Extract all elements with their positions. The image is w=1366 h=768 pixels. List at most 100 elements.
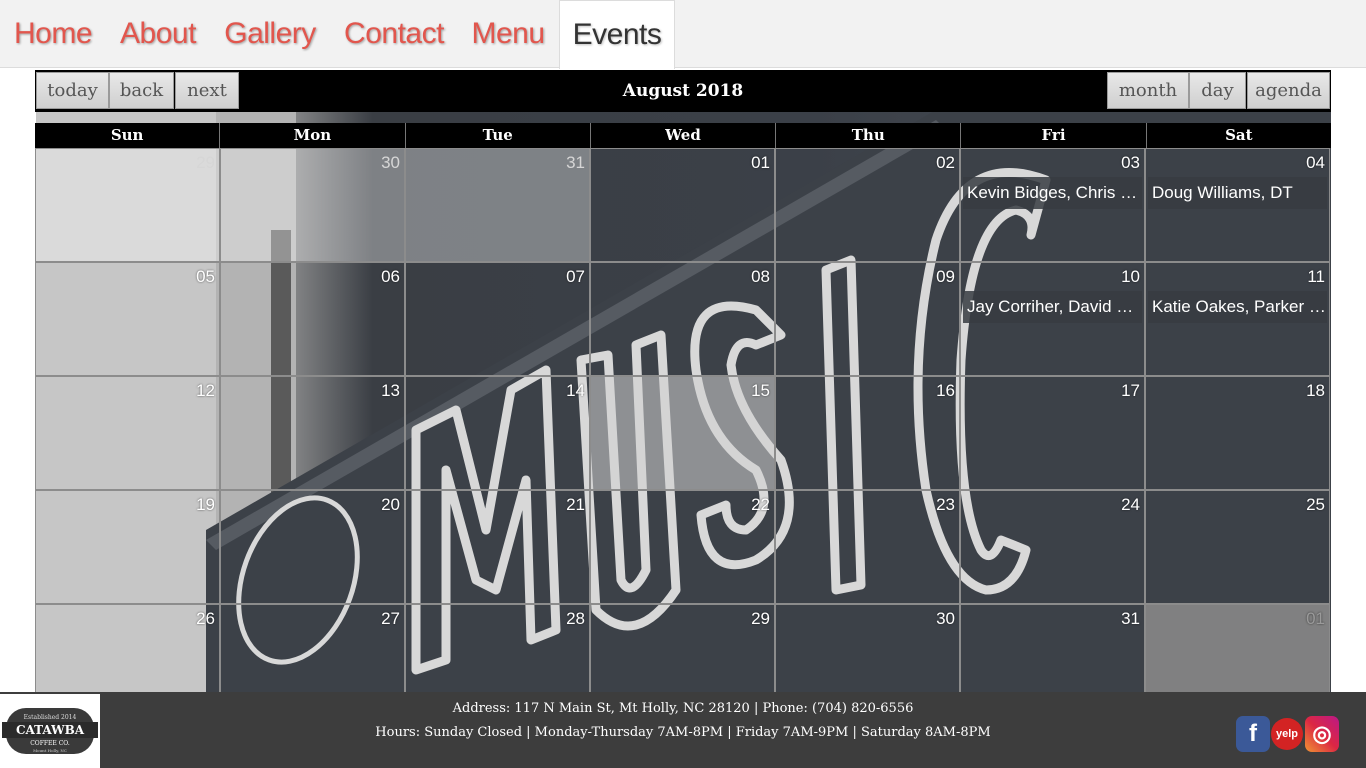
agenda-view-button[interactable]: agenda — [1247, 72, 1330, 109]
instagram-icon[interactable]: ◎ — [1305, 716, 1339, 752]
next-button[interactable]: next — [175, 72, 239, 109]
day-cell[interactable]: 10 Jay Corriher, David Wilson — [960, 262, 1145, 376]
logo-badge: Established 2014 CATAWBA COFFEE CO. Moun… — [2, 708, 98, 754]
day-cell[interactable]: 29 — [35, 148, 220, 262]
day-cell[interactable]: 09 — [775, 262, 960, 376]
catawba-logo[interactable]: Established 2014 CATAWBA COFFEE CO. Moun… — [0, 694, 100, 768]
day-number[interactable]: 27 — [381, 609, 400, 629]
footer-address: Address: 117 N Main St, Mt Holly, NC 281… — [452, 701, 914, 716]
day-cell[interactable]: 30 — [220, 148, 405, 262]
calendar-event[interactable]: Katie Oakes, Parker Smith — [1148, 291, 1327, 323]
day-number[interactable]: 14 — [566, 381, 585, 401]
day-number[interactable]: 20 — [381, 495, 400, 515]
day-number[interactable]: 29 — [751, 609, 770, 629]
day-number[interactable]: 21 — [566, 495, 585, 515]
calendar-event[interactable]: Doug Williams, DT — [1148, 177, 1327, 209]
tab-menu[interactable]: Menu — [458, 0, 558, 68]
day-cell[interactable]: 06 — [220, 262, 405, 376]
weekday-header: Sun Mon Tue Wed Thu Fri Sat — [35, 123, 1331, 148]
today-button[interactable]: today — [36, 72, 109, 109]
day-cell[interactable]: 25 — [1145, 490, 1330, 604]
day-number[interactable]: 13 — [381, 381, 400, 401]
day-number[interactable]: 02 — [936, 153, 955, 173]
day-cell[interactable]: 21 — [405, 490, 590, 604]
day-cell[interactable]: 31 — [405, 148, 590, 262]
day-cell[interactable]: 02 — [775, 148, 960, 262]
day-number[interactable]: 10 — [1121, 267, 1140, 287]
day-number[interactable]: 15 — [751, 381, 770, 401]
tab-about[interactable]: About — [106, 0, 210, 68]
day-number[interactable]: 01 — [1306, 609, 1325, 629]
day-number[interactable]: 31 — [566, 153, 585, 173]
day-cell[interactable]: 16 — [775, 376, 960, 490]
tab-gallery[interactable]: Gallery — [210, 0, 330, 68]
day-cell[interactable]: 03 Kevin Bidges, Chris Fitzgerald — [960, 148, 1145, 262]
day-cell[interactable]: 04 Doug Williams, DT — [1145, 148, 1330, 262]
logo-town: Mount Holly, NC — [33, 748, 67, 753]
day-number[interactable]: 04 — [1306, 153, 1325, 173]
calendar-event[interactable]: Jay Corriher, David Wilson — [963, 291, 1142, 323]
day-number[interactable]: 26 — [196, 609, 215, 629]
day-cell[interactable]: 15 — [590, 376, 775, 490]
day-cell[interactable]: 13 — [220, 376, 405, 490]
tab-events[interactable]: Events — [559, 0, 675, 69]
day-cell[interactable]: 24 — [960, 490, 1145, 604]
footer: Address: 117 N Main St, Mt Holly, NC 281… — [0, 692, 1366, 768]
day-number[interactable]: 31 — [1121, 609, 1140, 629]
day-cell[interactable]: 18 — [1145, 376, 1330, 490]
day-number[interactable]: 09 — [936, 267, 955, 287]
day-number[interactable]: 17 — [1121, 381, 1140, 401]
day-number[interactable]: 25 — [1306, 495, 1325, 515]
tab-contact[interactable]: Contact — [330, 0, 458, 68]
day-view-button[interactable]: day — [1189, 72, 1246, 109]
day-cell[interactable]: 01 — [590, 148, 775, 262]
top-navigation: Home About Gallery Contact Menu Events — [0, 0, 1366, 69]
weekday-name: Wed — [591, 123, 777, 148]
day-cell[interactable]: 11 Katie Oakes, Parker Smith — [1145, 262, 1330, 376]
day-number[interactable]: 06 — [381, 267, 400, 287]
day-cell[interactable]: 12 — [35, 376, 220, 490]
day-number[interactable]: 05 — [196, 267, 215, 287]
day-number[interactable]: 08 — [751, 267, 770, 287]
footer-hours: Hours: Sunday Closed | Monday-Thursday 7… — [375, 725, 991, 740]
logo-name: CATAWBA — [16, 723, 85, 737]
weekday-name: Sun — [35, 123, 221, 148]
day-number[interactable]: 30 — [381, 153, 400, 173]
day-cell[interactable]: 17 — [960, 376, 1145, 490]
weekday-name: Mon — [220, 123, 406, 148]
day-cell[interactable]: 05 — [35, 262, 220, 376]
yelp-icon[interactable]: yelp — [1271, 718, 1303, 750]
day-number[interactable]: 16 — [936, 381, 955, 401]
day-number[interactable]: 01 — [751, 153, 770, 173]
day-number[interactable]: 11 — [1307, 267, 1325, 287]
day-number[interactable]: 03 — [1121, 153, 1140, 173]
day-number[interactable]: 19 — [196, 495, 215, 515]
day-number[interactable]: 18 — [1306, 381, 1325, 401]
day-cell[interactable]: 22 — [590, 490, 775, 604]
day-number[interactable]: 24 — [1121, 495, 1140, 515]
logo-established: Established 2014 — [24, 714, 77, 721]
day-cell[interactable]: 23 — [775, 490, 960, 604]
day-number[interactable]: 07 — [566, 267, 585, 287]
month-view-button[interactable]: month — [1107, 72, 1189, 109]
day-number[interactable]: 28 — [566, 609, 585, 629]
logo-sub: COFFEE CO. — [30, 740, 70, 747]
day-number[interactable]: 29 — [196, 153, 215, 173]
back-button[interactable]: back — [109, 72, 174, 109]
day-cell[interactable]: 07 — [405, 262, 590, 376]
facebook-icon[interactable]: f — [1236, 716, 1270, 752]
day-number[interactable]: 30 — [936, 609, 955, 629]
weekday-name: Tue — [406, 123, 591, 148]
tab-home[interactable]: Home — [0, 0, 106, 68]
day-number[interactable]: 23 — [936, 495, 955, 515]
day-cell[interactable]: 14 — [405, 376, 590, 490]
calendar-event[interactable]: Kevin Bidges, Chris Fitzgerald — [963, 177, 1142, 209]
calendar-toolbar: August 2018 today back next month day ag… — [35, 70, 1331, 112]
day-cell[interactable]: 19 — [35, 490, 220, 604]
day-cell[interactable]: 08 — [590, 262, 775, 376]
day-number[interactable]: 22 — [751, 495, 770, 515]
day-cell[interactable]: 20 — [220, 490, 405, 604]
weekday-name: Fri — [961, 123, 1147, 148]
day-number[interactable]: 12 — [196, 381, 215, 401]
weekday-name: Sat — [1225, 126, 1253, 144]
